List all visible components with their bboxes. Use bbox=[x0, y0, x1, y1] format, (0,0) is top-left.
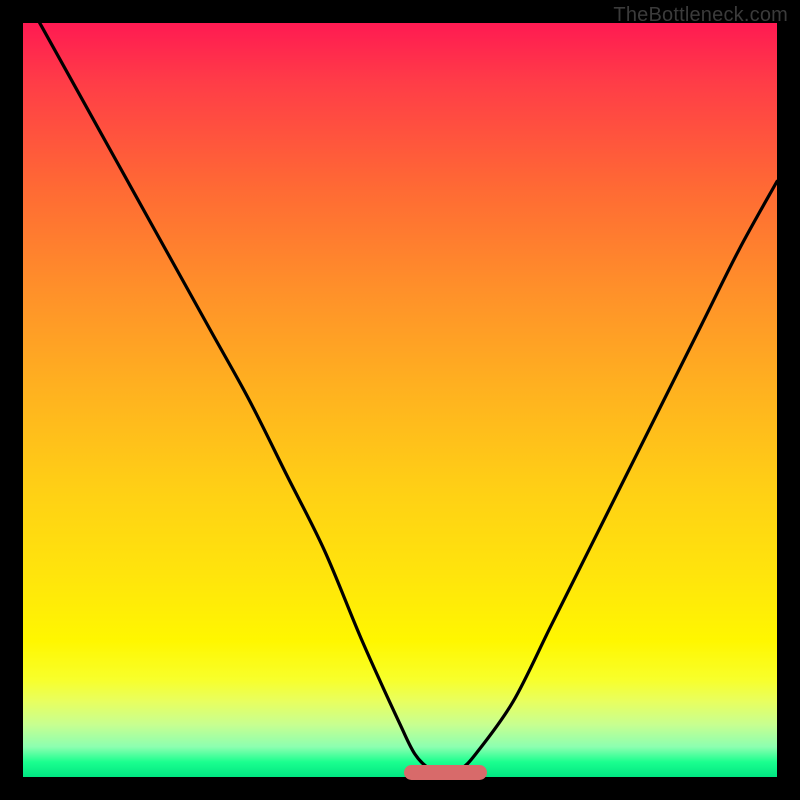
optimal-marker bbox=[404, 765, 487, 780]
watermark-text: TheBottleneck.com bbox=[613, 4, 788, 27]
chart-frame: TheBottleneck.com bbox=[0, 0, 800, 800]
plot-area bbox=[23, 23, 777, 777]
bottleneck-curve bbox=[23, 23, 777, 777]
